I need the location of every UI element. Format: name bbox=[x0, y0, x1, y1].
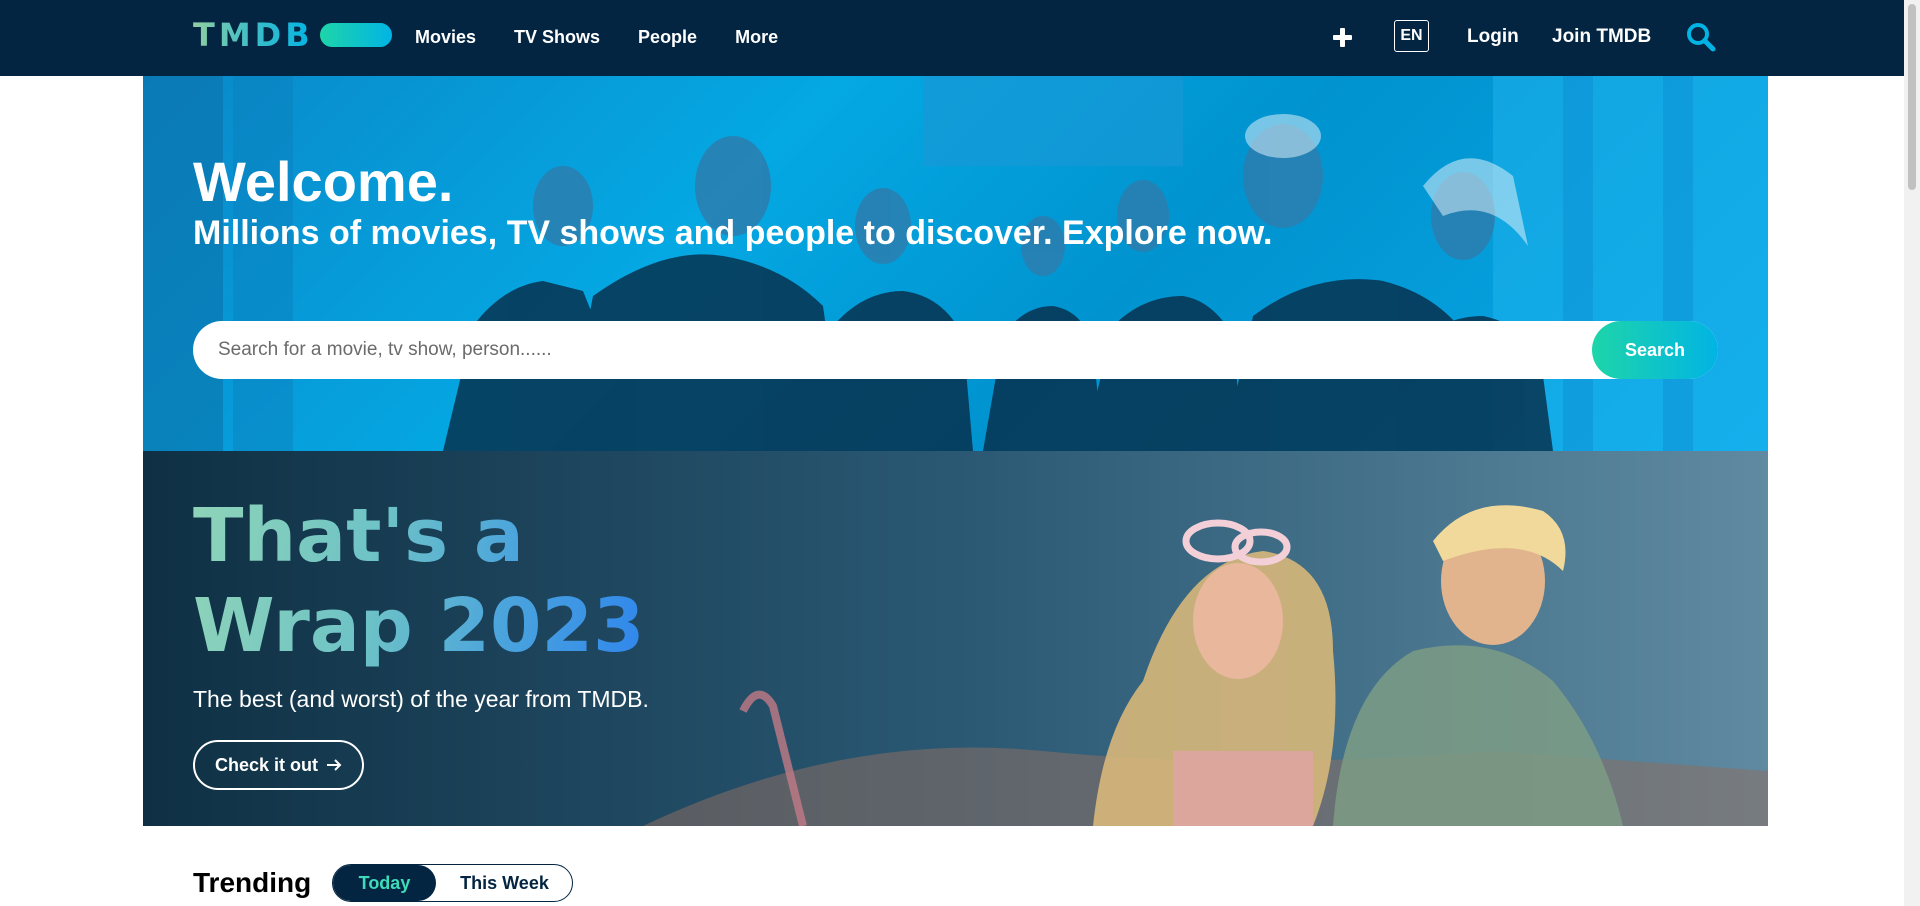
hero-title: Welcome. bbox=[193, 150, 454, 213]
wrap-title: That's a Wrap 2023 bbox=[193, 491, 644, 671]
search-input[interactable] bbox=[218, 321, 1598, 379]
wrap-title-line-2: Wrap 2023 bbox=[193, 583, 645, 669]
hero-section: Welcome. Millions of movies, TV shows an… bbox=[143, 76, 1768, 451]
wrap-title-line-1: That's a bbox=[193, 493, 524, 579]
page-scrollbar[interactable] bbox=[1904, 0, 1920, 906]
logo-text: TMDB bbox=[193, 16, 314, 54]
toggle-today[interactable]: Today bbox=[333, 865, 436, 901]
join-tmdb-link[interactable]: Join TMDB bbox=[1552, 24, 1651, 50]
language-selector[interactable]: EN bbox=[1394, 20, 1429, 52]
search-button[interactable]: Search bbox=[1592, 321, 1718, 379]
scrollbar-thumb[interactable] bbox=[1908, 4, 1916, 190]
nav-more[interactable]: More bbox=[735, 24, 778, 50]
logo-pill-shape bbox=[319, 23, 392, 47]
hero-subtitle: Millions of movies, TV shows and people … bbox=[193, 214, 1273, 252]
login-link[interactable]: Login bbox=[1467, 24, 1519, 50]
top-navigation-bar: TMDB Movies TV Shows People More EN Logi… bbox=[0, 0, 1904, 76]
wrap-subtitle: The best (and worst) of the year from TM… bbox=[193, 686, 649, 712]
nav-tv-shows[interactable]: TV Shows bbox=[514, 24, 600, 50]
nav-people[interactable]: People bbox=[638, 24, 697, 50]
plus-icon[interactable] bbox=[1332, 24, 1354, 50]
hero-search-bar: Search bbox=[193, 321, 1718, 379]
tmdb-logo[interactable]: TMDB bbox=[193, 17, 392, 53]
check-it-out-button[interactable]: Check it out bbox=[193, 740, 364, 790]
nav-movies[interactable]: Movies bbox=[415, 24, 476, 50]
trending-time-toggle: Today This Week bbox=[332, 864, 573, 902]
trending-title: Trending bbox=[193, 867, 312, 898]
search-icon[interactable] bbox=[1685, 21, 1717, 53]
wrap-2023-banner[interactable]: That's a Wrap 2023 The best (and worst) … bbox=[143, 451, 1768, 826]
main-nav: Movies TV Shows People More bbox=[415, 24, 816, 50]
hero-background-image bbox=[143, 76, 1768, 451]
arrow-right-icon bbox=[326, 755, 342, 776]
check-it-out-label: Check it out bbox=[214, 754, 318, 775]
toggle-this-week[interactable]: This Week bbox=[436, 865, 573, 901]
